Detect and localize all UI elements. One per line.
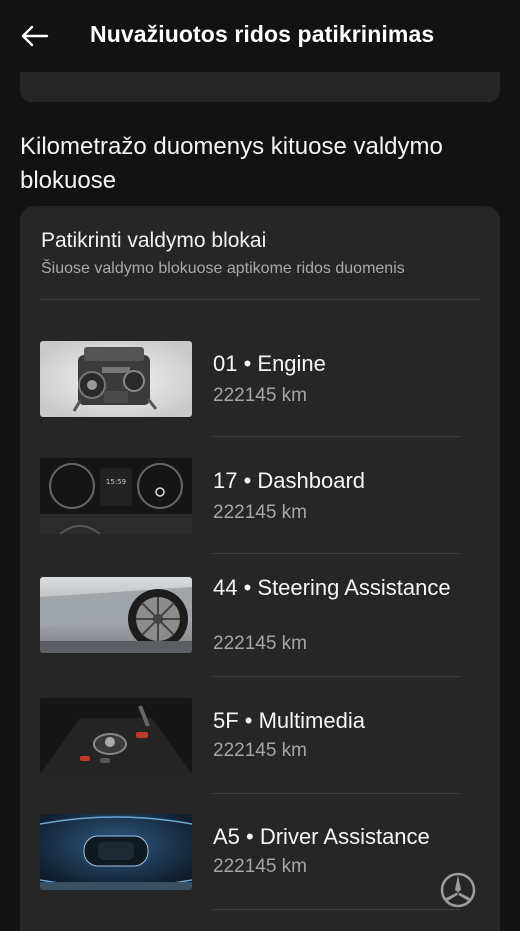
divider — [213, 909, 460, 910]
module-km: 222145 km — [213, 740, 308, 761]
divider — [213, 553, 460, 554]
list-item-driver-assistance[interactable]: A5 • Driver Assistance 222145 km — [40, 814, 460, 910]
module-km: 222145 km — [213, 633, 308, 654]
list-item-multimedia[interactable]: 5F • Multimedia 222145 km — [40, 698, 460, 794]
divider — [213, 436, 460, 437]
list-item-dashboard[interactable]: 15:59 17 • Dashboard 222145 km — [40, 458, 460, 554]
list-item-engine[interactable]: 01 • Engine 222145 km — [40, 341, 460, 437]
wheel-image — [40, 577, 192, 653]
module-name: 44 • Steering Assistance — [213, 575, 451, 600]
module-km: 222145 km — [213, 502, 308, 523]
module-name: 17 • Dashboard — [213, 468, 366, 493]
card-subtitle: Šiuose valdymo blokuose aptikome ridos d… — [41, 260, 405, 277]
module-name: A5 • Driver Assistance — [213, 824, 430, 849]
arrow-left-icon — [21, 25, 49, 47]
list-item-steering-assistance[interactable]: 44 • Steering Assistance 222145 km — [40, 575, 460, 677]
dashboard-image: 15:59 — [40, 458, 192, 534]
watermark-logo-icon — [440, 872, 476, 908]
module-name: 01 • Engine — [213, 351, 326, 376]
module-km: 222145 km — [213, 856, 308, 877]
app-bar: Nuvažiuotos ridos patikrinimas — [0, 0, 520, 72]
multimedia-image — [40, 698, 192, 774]
module-name: 5F • Multimedia — [213, 708, 365, 733]
card-title: Patikrinti valdymo blokai — [41, 229, 267, 252]
divider — [213, 676, 460, 677]
engine-image — [40, 341, 192, 417]
page-title: Nuvažiuotos ridos patikrinimas — [90, 21, 435, 47]
divider — [40, 299, 480, 300]
divider — [213, 793, 460, 794]
module-km: 222145 km — [213, 385, 308, 406]
svg-text:15:59: 15:59 — [106, 478, 126, 486]
driver-assistance-image — [40, 814, 192, 890]
back-button[interactable] — [18, 20, 50, 52]
section-title: Kilometražo duomenys kituose valdymo blo… — [20, 133, 443, 194]
